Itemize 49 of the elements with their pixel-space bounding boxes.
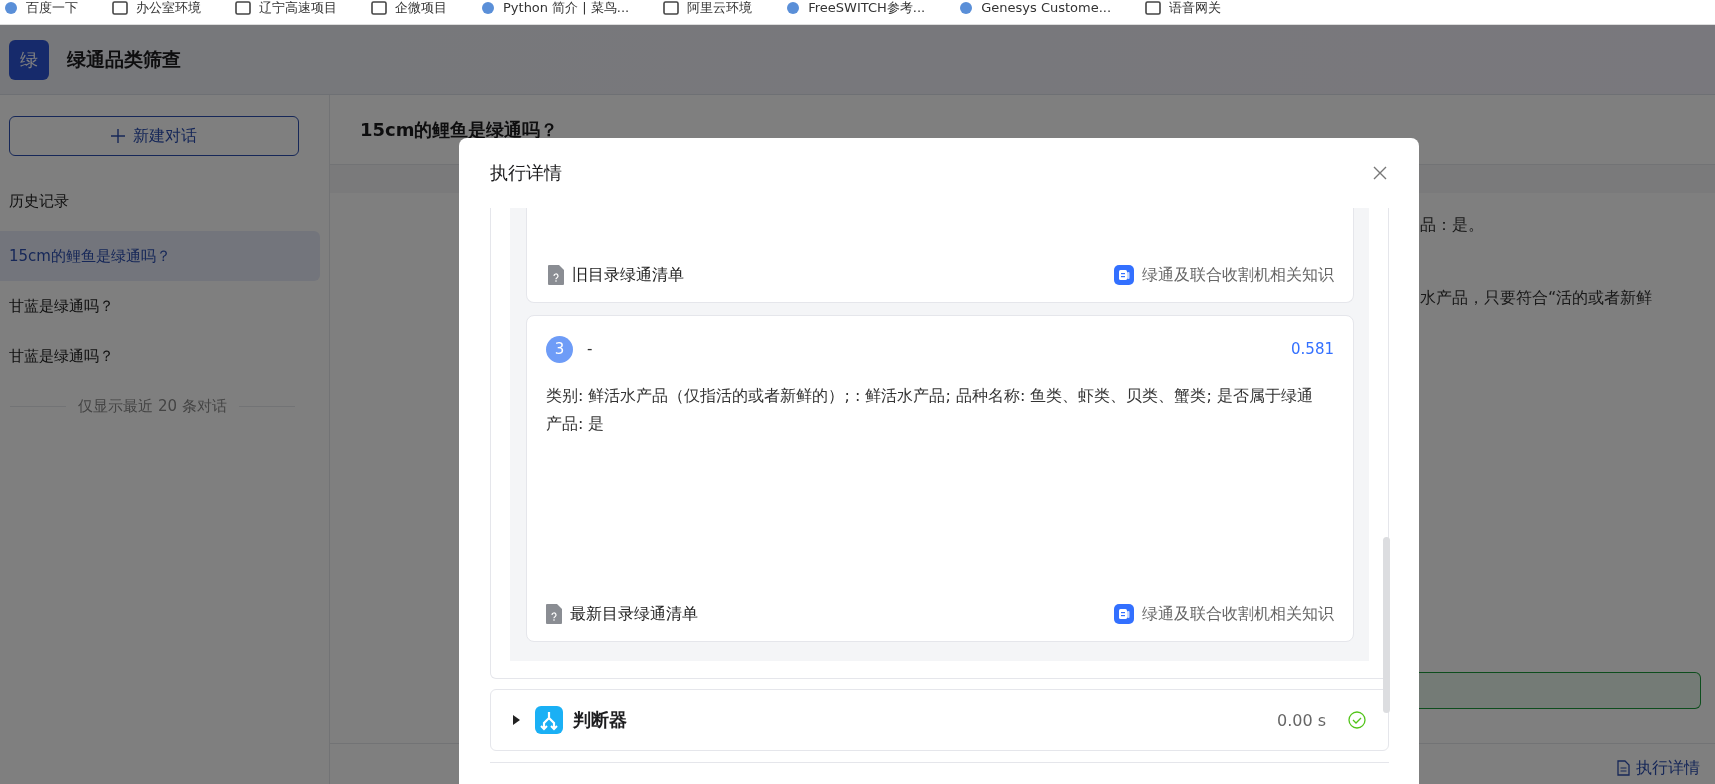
bookmark-label[interactable]: 语音网关 — [1169, 0, 1222, 16]
bookmark-label[interactable]: Python 简介 | 菜鸟... — [503, 0, 630, 16]
knowledge-base-name: 绿通及联合收割机相关知识 — [1142, 603, 1334, 625]
plus-icon — [111, 129, 125, 143]
node-name: 判断器 — [573, 708, 627, 732]
history-item[interactable]: 甘蓝是绿通吗？ — [0, 331, 320, 381]
answer-text: 品：是。 — [1420, 215, 1485, 236]
site-icon — [4, 1, 18, 15]
bookmark-label[interactable]: Genesys Custome... — [981, 0, 1112, 16]
file-question-icon — [548, 265, 564, 285]
details-link[interactable]: 执行详情 — [1617, 752, 1700, 784]
result-title: - — [587, 340, 593, 358]
site-icon — [959, 1, 974, 15]
result-content: 类别: 鲜活水产品（仅指活的或者新鲜的）; : 鲜活水产品; 品种名称: 鱼类、虾类、贝类、蟹类; 是否属于绿通产品: 是 — [546, 385, 1314, 435]
rank-badge: 3 — [546, 335, 573, 363]
source-name: 最新目录绿通清单 — [570, 603, 698, 625]
answer-text: 水产品，只要符合“活的或者新鲜 — [1420, 288, 1654, 309]
knowledge-base-icon — [1114, 265, 1134, 285]
app-title: 绿通品类筛查 — [67, 46, 181, 72]
node-duration: 0.00 s — [1276, 710, 1326, 730]
new-chat-button[interactable]: 新建对话 — [9, 116, 299, 156]
document-icon — [1617, 760, 1630, 776]
history-item[interactable]: 甘蓝是绿通吗？ — [0, 281, 320, 331]
folder-icon — [1145, 1, 1162, 15]
folder-icon — [371, 1, 387, 15]
history-heading: 历史记录 — [9, 192, 70, 211]
history-limit-note: 仅显示最近 20 条对话 — [78, 397, 227, 416]
site-icon — [481, 1, 495, 15]
file-question-icon — [546, 604, 562, 624]
folder-icon — [112, 1, 128, 15]
node-row[interactable]: 判断器 0.00 s — [490, 689, 1389, 751]
scrollbar-thumb[interactable] — [1383, 537, 1390, 713]
site-icon — [786, 1, 801, 15]
bookmark-label[interactable]: 百度一下 — [26, 0, 78, 16]
folder-icon — [663, 1, 680, 15]
knowledge-base-name: 绿通及联合收割机相关知识 — [1142, 264, 1334, 286]
bookmark-label[interactable]: 企微项目 — [395, 0, 447, 16]
knowledge-base-icon — [1114, 604, 1134, 624]
close-button[interactable] — [1371, 164, 1389, 182]
branch-icon — [535, 706, 563, 734]
bookmark-label[interactable]: 辽宁高速项目 — [259, 0, 337, 16]
bookmark-label[interactable]: 办公室环境 — [136, 0, 201, 16]
similarity-score: 0.581 — [1291, 340, 1334, 358]
app-logo: 绿 — [9, 39, 49, 80]
folder-icon — [235, 1, 251, 15]
expand-caret-icon[interactable] — [511, 715, 521, 725]
source-name: 旧目录绿通清单 — [572, 264, 684, 286]
bookmark-label[interactable]: FreeSWITCH参考... — [808, 0, 926, 16]
bookmark-label[interactable]: 阿里云环境 — [687, 0, 753, 16]
